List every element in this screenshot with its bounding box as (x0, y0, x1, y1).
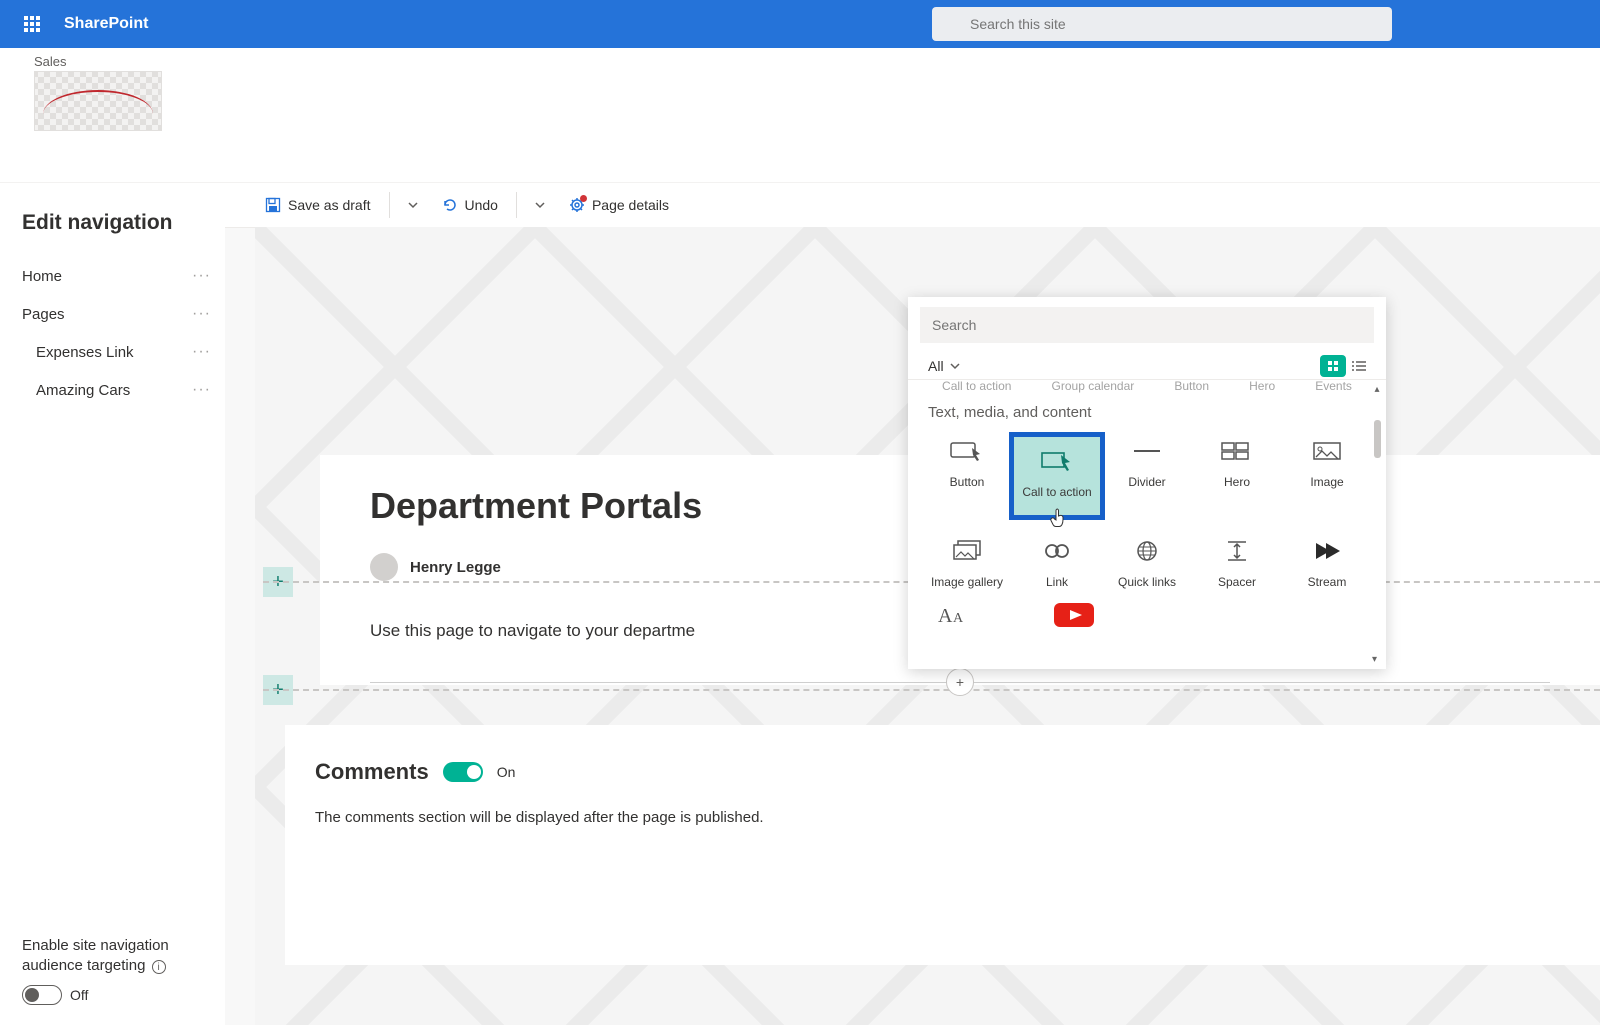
more-icon[interactable]: ··· (192, 305, 211, 323)
nav-item-home[interactable]: Home··· (22, 257, 211, 295)
nav-title: Edit navigation (22, 211, 211, 235)
youtube-icon (1052, 601, 1096, 629)
list-view-button[interactable] (1346, 355, 1372, 377)
grid-icon (1327, 360, 1339, 372)
save-draft-button[interactable]: Save as draft (255, 191, 381, 219)
wp-link[interactable]: Link (1012, 535, 1102, 591)
wp-text[interactable]: AA (932, 599, 980, 631)
nav-item-pages[interactable]: Pages··· (22, 295, 211, 333)
more-icon[interactable]: ··· (192, 267, 211, 285)
wp-stream[interactable]: Stream (1282, 535, 1372, 591)
chevron-down-icon (950, 361, 960, 371)
chevron-down-icon (408, 200, 418, 210)
comments-note: The comments section will be displayed a… (285, 795, 1600, 840)
site-logo[interactable] (34, 71, 162, 131)
undo-button[interactable]: Undo (432, 191, 508, 219)
wp-image[interactable]: Image (1282, 435, 1372, 517)
nav-item-expenses[interactable]: Expenses Link··· (22, 333, 211, 371)
comments-heading: Comments (315, 759, 429, 785)
grid-view-button[interactable] (1320, 355, 1346, 377)
call-to-action-icon (1035, 447, 1079, 475)
text-icon: AA (934, 601, 978, 629)
scroll-up-icon[interactable]: ▴ (1372, 384, 1382, 395)
button-icon (945, 437, 989, 465)
svg-text:A: A (938, 605, 953, 627)
stream-icon (1305, 537, 1349, 565)
page-details-button[interactable]: Page details (559, 191, 679, 219)
command-bar: Save as draft Undo Page details (225, 183, 1600, 227)
divider-icon (1125, 437, 1169, 465)
main-area: Save as draft Undo Page details (225, 183, 1600, 1025)
audience-targeting-label: Enable site navigation audience targetin… (22, 936, 211, 975)
picker-search-input[interactable] (920, 307, 1374, 343)
link-icon (1035, 537, 1079, 565)
picker-filter[interactable]: All (928, 358, 960, 374)
comments-state: On (497, 764, 516, 780)
save-chevron[interactable] (398, 194, 428, 216)
suite-header: SharePoint (0, 0, 1600, 48)
image-gallery-icon (945, 537, 989, 565)
wp-divider[interactable]: Divider (1102, 435, 1192, 517)
list-icon (1352, 360, 1366, 372)
wp-button[interactable]: Button (922, 435, 1012, 517)
wp-call-to-action[interactable]: Call to action (1012, 435, 1102, 517)
image-icon (1305, 437, 1349, 465)
left-nav: Edit navigation Home··· Pages··· Expense… (0, 183, 225, 1025)
undo-chevron[interactable] (525, 194, 555, 216)
site-header: Sales (0, 48, 1600, 183)
audience-targeting-toggle[interactable]: Off (22, 985, 211, 1005)
undo-icon (442, 197, 458, 213)
wp-quick-links[interactable]: Quick links (1102, 535, 1192, 591)
webpart-picker: All Call to action (908, 297, 1386, 669)
hero-icon (1215, 437, 1259, 465)
picker-peek-row: Call to action Group calendar Button Her… (908, 380, 1386, 400)
info-icon[interactable]: i (152, 960, 166, 974)
spacer-icon (1215, 537, 1259, 565)
page-canvas: Department Portals Henry Legge + Use thi… (255, 227, 1600, 1025)
chevron-down-icon (535, 200, 545, 210)
picker-category: Text, media, and content (908, 400, 1386, 425)
avatar-icon (370, 553, 398, 581)
nav-item-amazing-cars[interactable]: Amazing Cars··· (22, 371, 211, 409)
site-name: Sales (34, 54, 1600, 69)
gear-icon (569, 197, 585, 213)
app-launcher-icon[interactable] (8, 0, 56, 48)
wp-hero[interactable]: Hero (1192, 435, 1282, 517)
notification-dot-icon (580, 195, 587, 202)
more-icon[interactable]: ··· (192, 343, 211, 361)
wp-image-gallery[interactable]: Image gallery (922, 535, 1012, 591)
add-webpart-button[interactable] (370, 682, 1550, 683)
scrollbar-thumb[interactable] (1374, 420, 1381, 458)
comments-toggle[interactable] (443, 762, 483, 782)
site-search-input[interactable] (932, 7, 1392, 41)
svg-text:A: A (953, 611, 964, 626)
more-icon[interactable]: ··· (192, 381, 211, 399)
wp-spacer[interactable]: Spacer (1192, 535, 1282, 591)
scroll-down-icon[interactable]: ▾ (1372, 654, 1377, 665)
wp-youtube[interactable] (1050, 599, 1098, 631)
save-icon (265, 197, 281, 213)
brand-name[interactable]: SharePoint (64, 15, 148, 33)
quick-links-icon (1125, 537, 1169, 565)
